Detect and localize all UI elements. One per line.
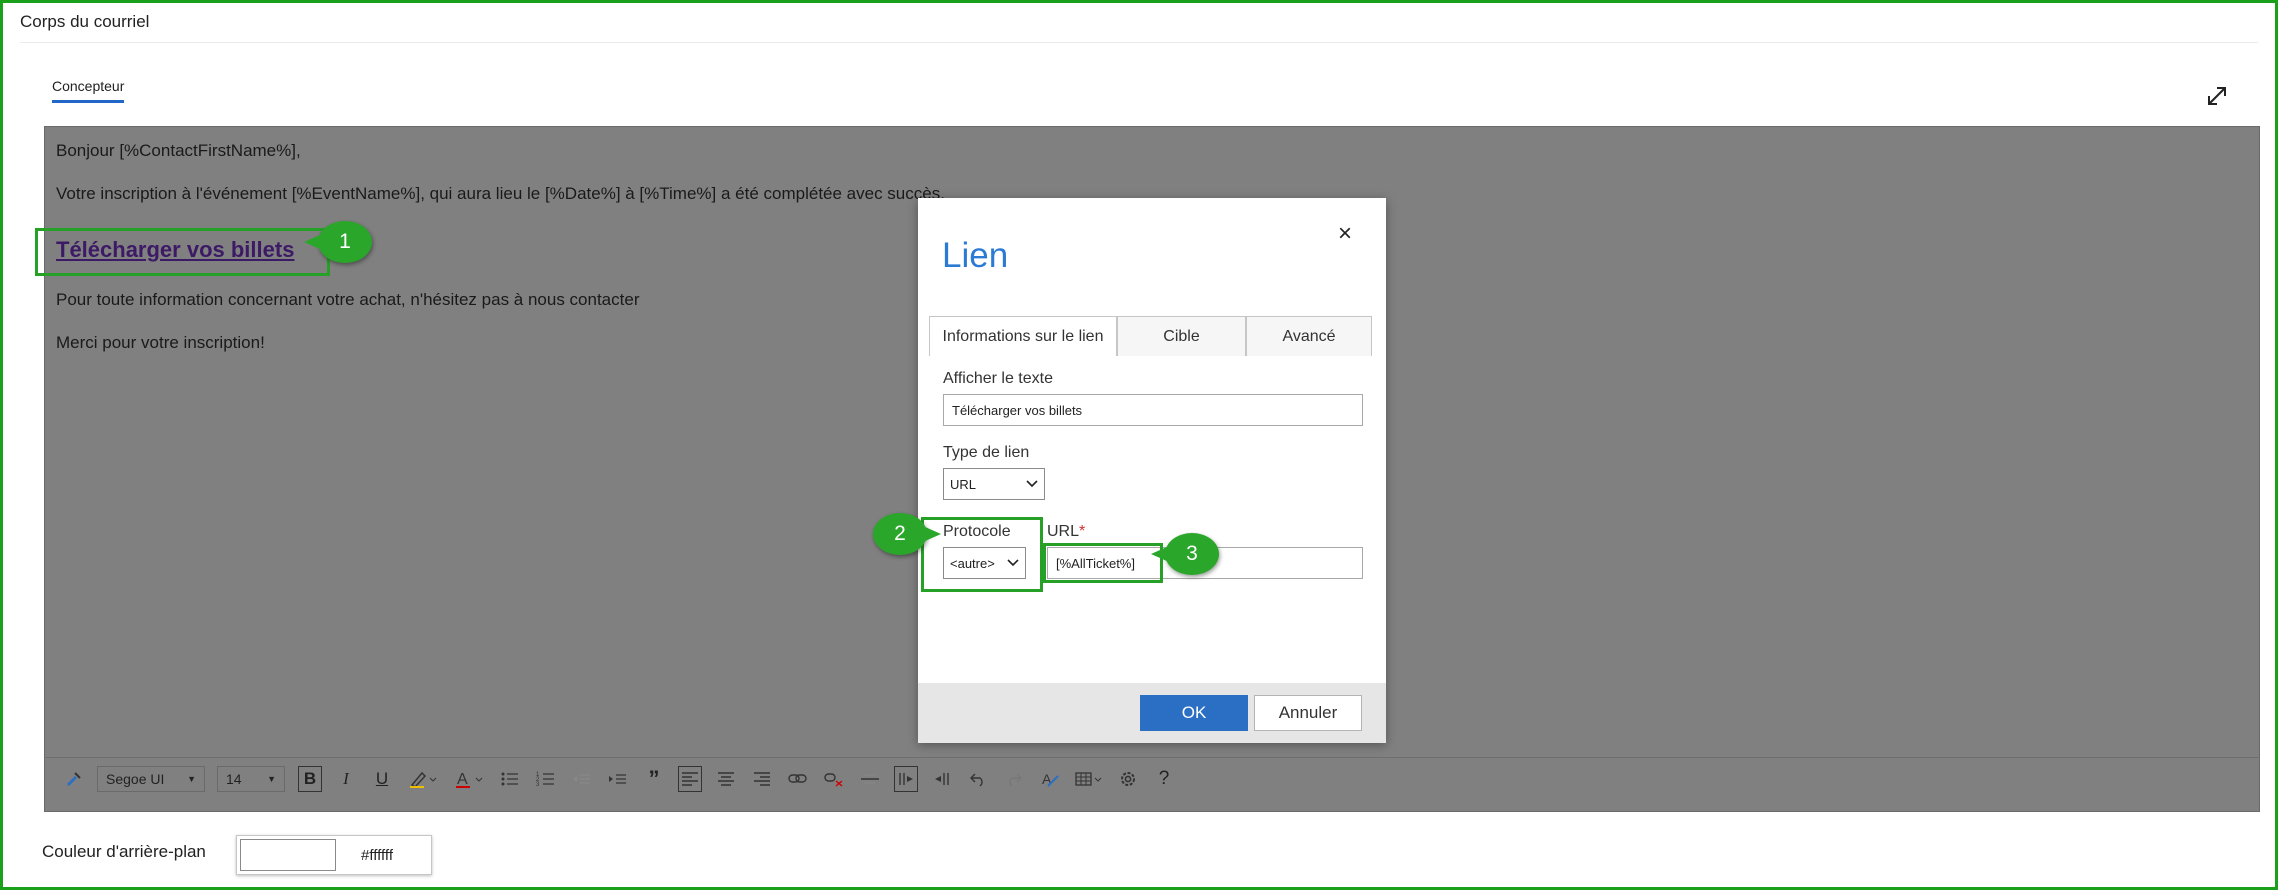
highlight-icon[interactable] bbox=[406, 766, 440, 792]
display-text-label: Afficher le texte bbox=[943, 370, 1053, 387]
formatting-toolbar: Segoe UI ▼ 14 ▼ B I U A 123 ” A ? bbox=[45, 757, 2259, 799]
info-line[interactable]: Pour toute information concernant votre … bbox=[56, 290, 639, 310]
format-painter-icon[interactable] bbox=[62, 766, 86, 792]
dialog-title: Lien bbox=[942, 236, 1009, 275]
font-size-select[interactable]: 14 ▼ bbox=[217, 765, 285, 792]
expand-diagonal-icon[interactable] bbox=[2204, 83, 2230, 109]
font-color-icon[interactable]: A bbox=[452, 766, 486, 792]
confirmation-line[interactable]: Votre inscription à l'événement [%EventN… bbox=[56, 184, 945, 204]
link-type-label: Type de lien bbox=[943, 444, 1030, 461]
color-swatch[interactable] bbox=[240, 839, 336, 871]
quote-icon[interactable]: ” bbox=[642, 766, 666, 792]
link-type-value: URL bbox=[950, 476, 977, 492]
callout-box-url bbox=[1043, 543, 1163, 583]
chevron-down-icon bbox=[1026, 480, 1038, 488]
display-text-field[interactable]: Télécharger vos billets bbox=[943, 394, 1363, 426]
tab-target[interactable]: Cible bbox=[1117, 316, 1246, 356]
title-divider bbox=[20, 42, 2258, 43]
numbered-list-icon[interactable]: 123 bbox=[534, 766, 558, 792]
link-type-select[interactable]: URL bbox=[943, 468, 1045, 500]
font-family-select[interactable]: Segoe UI ▼ bbox=[97, 765, 205, 792]
url-label-text: URL bbox=[1047, 523, 1080, 540]
outdent-icon[interactable] bbox=[570, 766, 594, 792]
align-center-icon[interactable] bbox=[714, 766, 738, 792]
section-title: Corps du courriel bbox=[20, 12, 150, 31]
dialog-tabs: Informations sur le lien Cible Avancé bbox=[929, 316, 1372, 356]
undo-icon[interactable] bbox=[966, 766, 990, 792]
chevron-down-icon: ▼ bbox=[187, 773, 196, 784]
align-right-icon[interactable] bbox=[750, 766, 774, 792]
indent-icon[interactable] bbox=[606, 766, 630, 792]
svg-text:3: 3 bbox=[536, 782, 540, 788]
required-marker: * bbox=[1079, 523, 1086, 540]
italic-icon[interactable]: I bbox=[334, 766, 358, 792]
close-icon[interactable]: × bbox=[1338, 220, 1352, 248]
callout-box-link bbox=[35, 228, 330, 276]
link-dialog: Lien × Informations sur le lien Cible Av… bbox=[918, 198, 1386, 743]
url-label: URL* bbox=[1047, 523, 1085, 541]
greeting-line[interactable]: Bonjour [%ContactFirstName%], bbox=[56, 141, 301, 161]
rtl-icon[interactable] bbox=[930, 766, 954, 792]
color-hex-value[interactable]: #ffffff bbox=[361, 847, 393, 864]
svg-text:A: A bbox=[457, 771, 468, 788]
tab-designer[interactable]: Concepteur bbox=[52, 78, 125, 103]
ltr-icon[interactable] bbox=[894, 765, 918, 792]
ok-button[interactable]: OK bbox=[1140, 695, 1248, 731]
unlink-icon[interactable] bbox=[822, 766, 846, 792]
callout-badge-3: 3 bbox=[1151, 533, 1219, 575]
callout-badge-1: 1 bbox=[304, 221, 372, 263]
redo-icon[interactable] bbox=[1002, 766, 1026, 792]
background-color-picker[interactable]: #ffffff bbox=[236, 835, 432, 875]
font-family-value: Segoe UI bbox=[106, 770, 165, 787]
dialog-footer: OK Annuler bbox=[918, 683, 1386, 743]
help-icon[interactable]: ? bbox=[1152, 766, 1176, 792]
clear-format-icon[interactable]: A bbox=[1038, 766, 1062, 792]
bulleted-list-icon[interactable] bbox=[498, 766, 522, 792]
cancel-button[interactable]: Annuler bbox=[1254, 695, 1362, 731]
tab-advanced[interactable]: Avancé bbox=[1246, 316, 1372, 356]
align-left-icon[interactable] bbox=[678, 765, 702, 792]
link-icon[interactable] bbox=[786, 766, 810, 792]
tab-link-info[interactable]: Informations sur le lien bbox=[929, 316, 1117, 356]
underline-icon[interactable]: U bbox=[370, 766, 394, 792]
chevron-down-icon: ▼ bbox=[267, 773, 276, 784]
settings-icon[interactable] bbox=[1116, 766, 1140, 792]
background-color-label: Couleur d'arrière-plan bbox=[42, 842, 206, 861]
table-icon[interactable] bbox=[1074, 766, 1104, 792]
strikethrough-icon[interactable] bbox=[858, 766, 882, 792]
bold-icon[interactable]: B bbox=[298, 765, 322, 792]
thanks-line[interactable]: Merci pour votre inscription! bbox=[56, 333, 265, 353]
font-size-value: 14 bbox=[226, 770, 242, 787]
callout-badge-2: 2 bbox=[873, 513, 941, 555]
